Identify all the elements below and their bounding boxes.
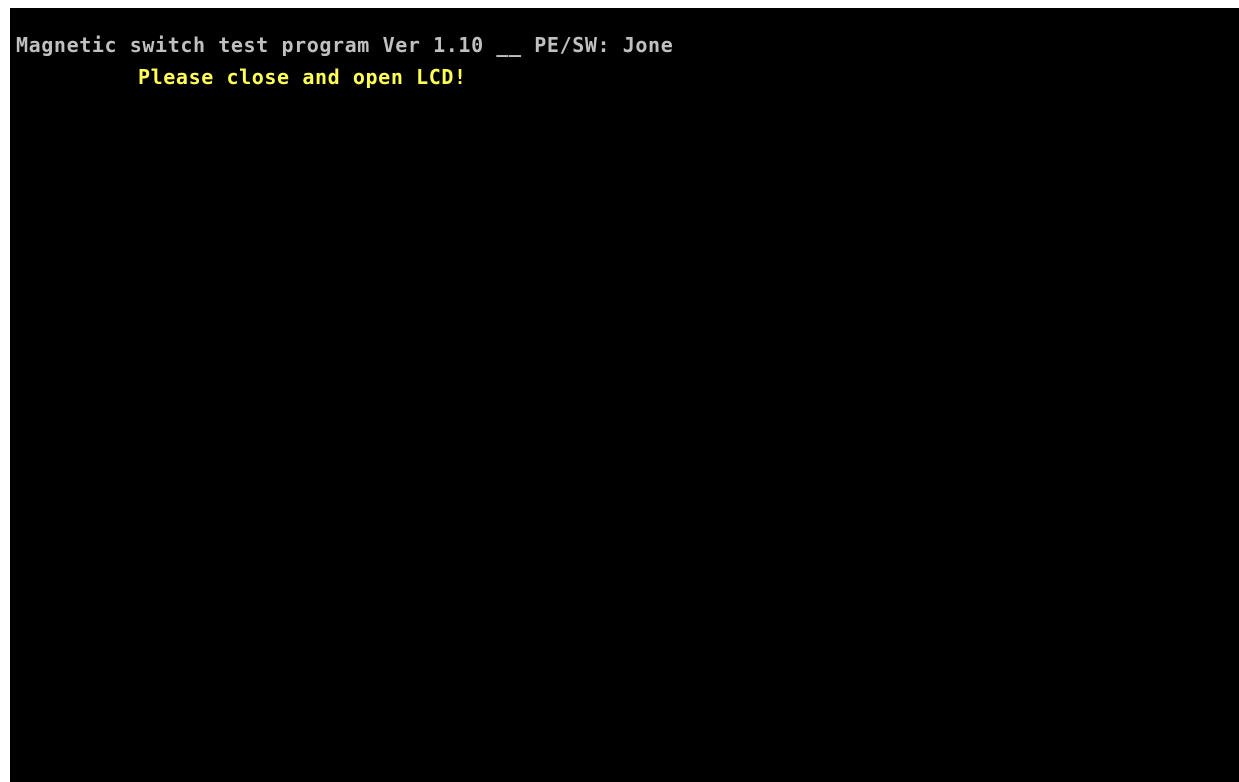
instruction-prompt-text: Please close and open LCD! (138, 65, 467, 89)
dos-console-screen (10, 8, 1239, 782)
program-header-text: Magnetic switch test program Ver 1.10 __… (16, 33, 674, 57)
